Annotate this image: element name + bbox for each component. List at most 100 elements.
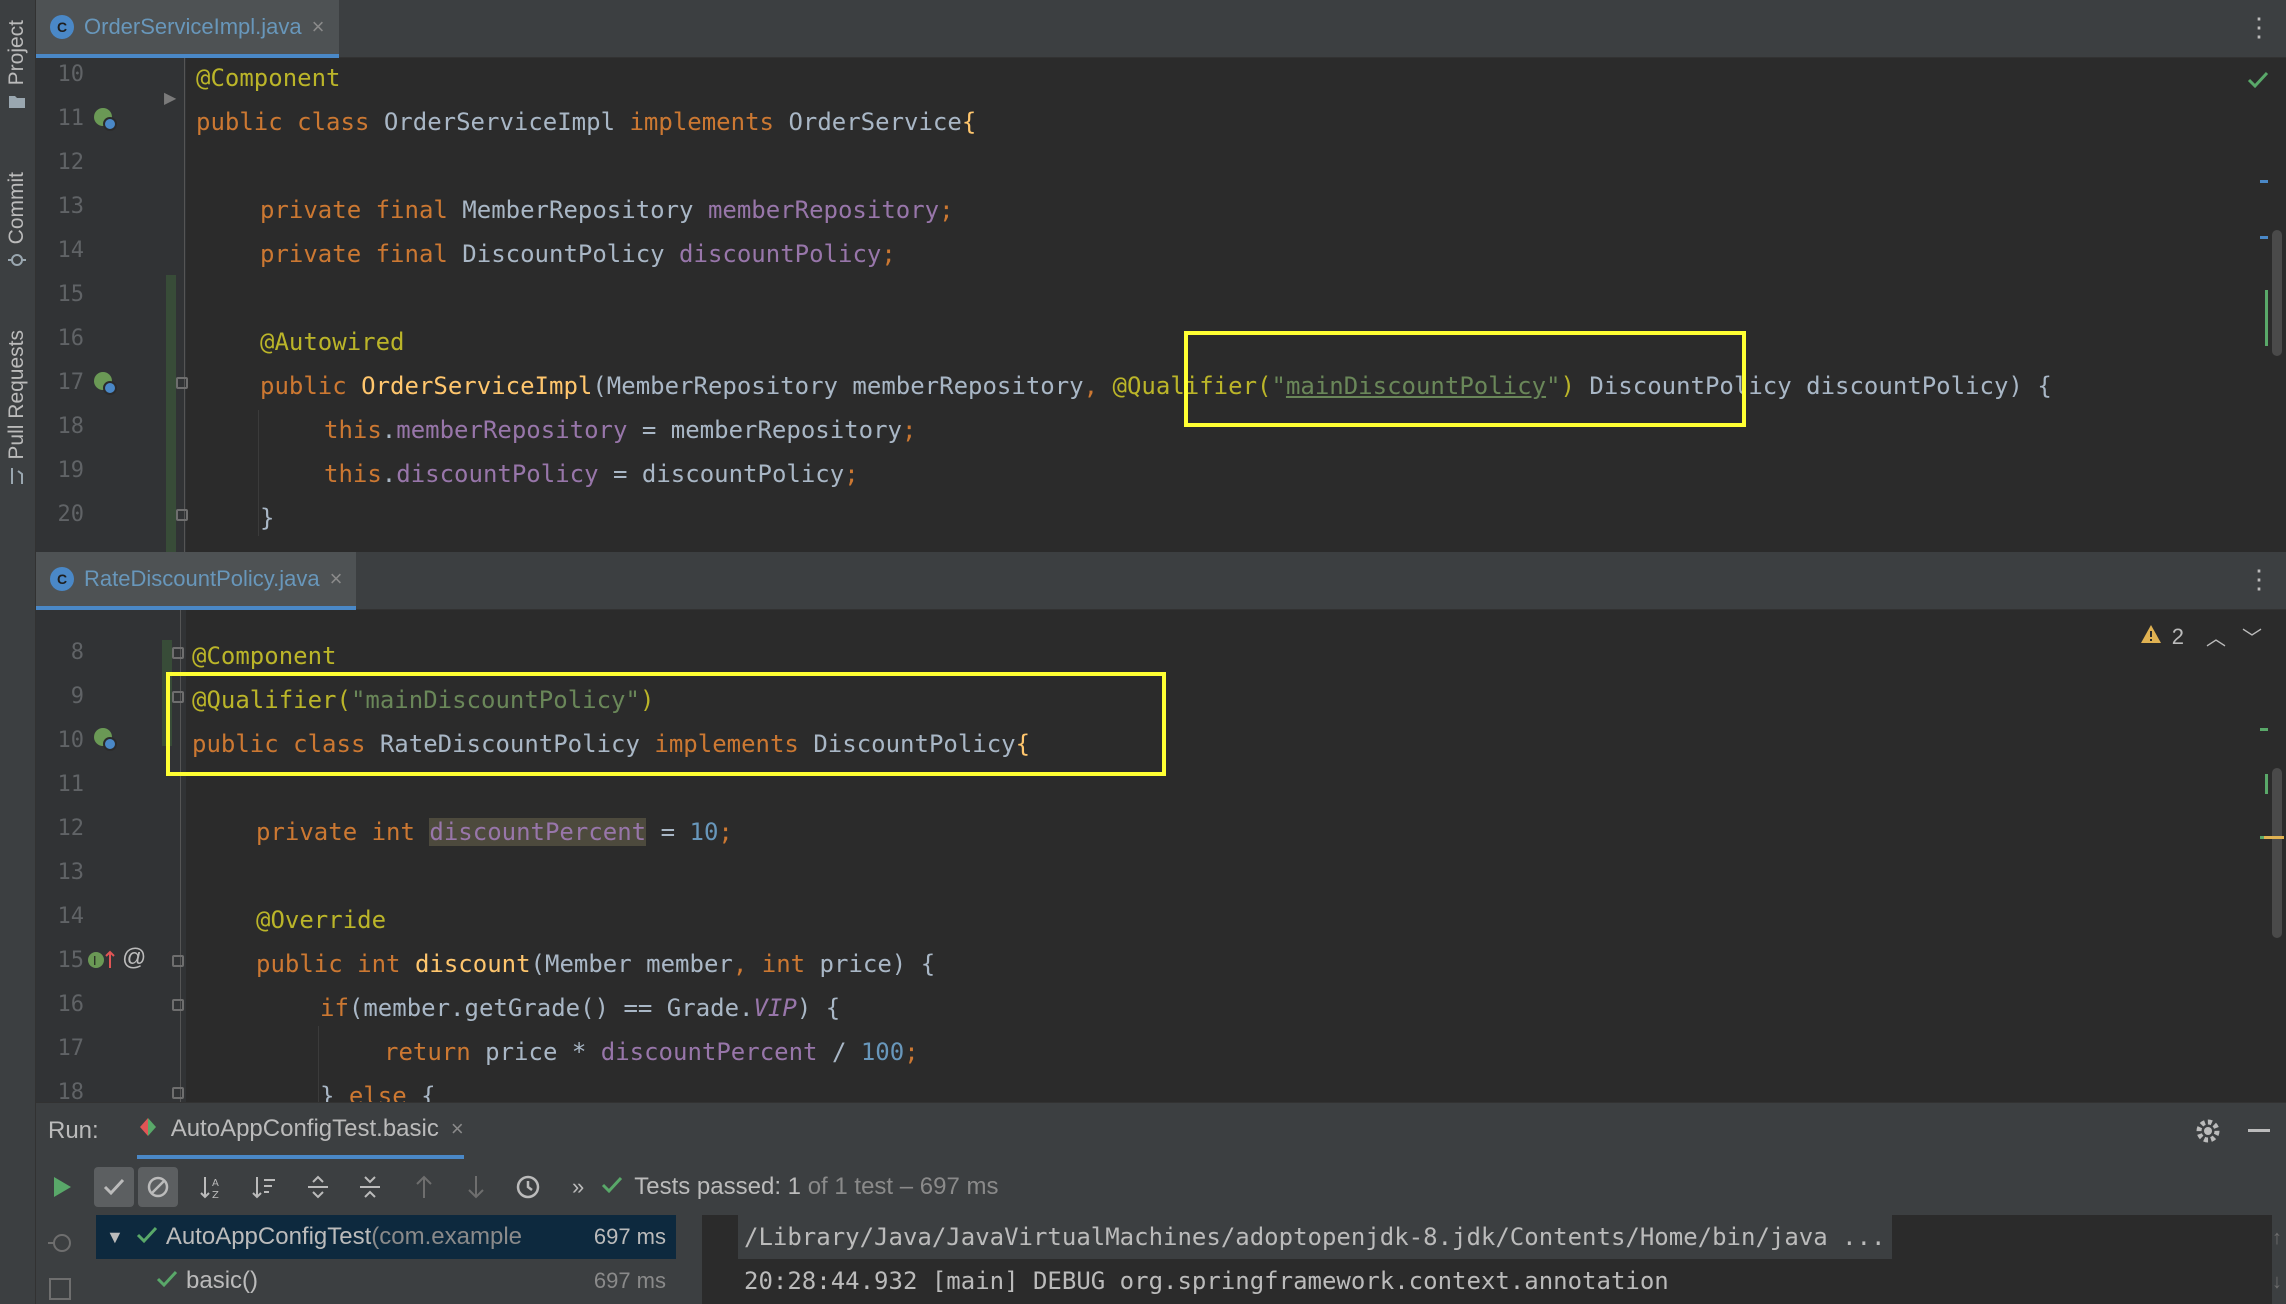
- scrollbar-bottom[interactable]: [2272, 768, 2282, 938]
- scroll-marker: [2265, 774, 2268, 794]
- fold-arrow-icon[interactable]: ▶: [164, 88, 176, 108]
- arrow-down-icon[interactable]: ↓: [2272, 1271, 2282, 1294]
- line-number: 16: [57, 992, 85, 1017]
- line-number: 18: [57, 1080, 85, 1102]
- chevron-down-icon[interactable]: ▼: [106, 1227, 124, 1248]
- code-line-17[interactable]: public OrderServiceImpl(MemberRepository…: [260, 364, 2052, 408]
- tests-status: Tests passed: 1 of 1 test – 697 ms: [634, 1173, 998, 1201]
- tool-tab-project-label: Project: [5, 20, 28, 86]
- tests-passed-icon: [600, 1175, 624, 1200]
- close-icon[interactable]: ×: [330, 566, 343, 592]
- more-actions-icon[interactable]: »: [572, 1174, 584, 1200]
- tab-ratediscountpolicy[interactable]: C RateDiscountPolicy.java ×: [36, 552, 357, 610]
- fold-marker-icon[interactable]: [172, 691, 184, 703]
- svg-text:A: A: [212, 1178, 219, 1189]
- class-icon: C: [50, 567, 74, 591]
- expand-all-icon[interactable]: [298, 1167, 338, 1207]
- more-options-icon[interactable]: ⋮: [2246, 566, 2272, 592]
- code-line-18[interactable]: this.memberRepository = memberRepository…: [324, 408, 916, 452]
- implements-method-icon[interactable]: I: [86, 946, 120, 979]
- spring-bean-icon[interactable]: [90, 368, 120, 403]
- fold-marker-icon[interactable]: [176, 377, 188, 389]
- spring-bean-icon[interactable]: [90, 724, 120, 759]
- code-line-12[interactable]: private int discountPercent = 10;: [256, 810, 733, 854]
- code-line-10[interactable]: public class RateDiscountPolicy implemen…: [192, 722, 1030, 766]
- code-line-18[interactable]: } else {: [320, 1074, 436, 1102]
- code-line-9[interactable]: @Qualifier("mainDiscountPolicy"): [192, 678, 654, 722]
- tree-test-name: basic(): [186, 1267, 259, 1294]
- fold-marker-icon[interactable]: [172, 1087, 184, 1099]
- bean-reference-icon[interactable]: @: [122, 944, 146, 972]
- scroll-marker: [2265, 290, 2268, 346]
- tool-window-strip: Project Commit Pull Requests: [0, 0, 36, 1304]
- sort-duration-icon[interactable]: [244, 1167, 284, 1207]
- scroll-marker: [2260, 180, 2268, 183]
- tests-status-prefix: Tests passed:: [634, 1173, 788, 1200]
- console-output[interactable]: /Library/Java/JavaVirtualMachines/adopto…: [702, 1215, 2272, 1304]
- tree-row-suite[interactable]: ▼ AutoAppConfigTest (com.example 697 ms: [96, 1215, 676, 1259]
- more-options-icon[interactable]: ⋮: [2246, 14, 2272, 40]
- fold-marker-icon[interactable]: [172, 647, 184, 659]
- code-line-17[interactable]: return price * discountPercent / 100;: [384, 1030, 919, 1074]
- gutter-separator: [180, 610, 181, 1102]
- scrollbar-top[interactable]: [2272, 230, 2282, 356]
- close-icon[interactable]: ×: [312, 14, 325, 40]
- indent-guide: [318, 1026, 319, 1102]
- code-line-20[interactable]: }: [260, 496, 274, 540]
- test-config-icon: [137, 1116, 159, 1143]
- line-number: 16: [57, 326, 85, 351]
- sort-alpha-icon[interactable]: AZ: [192, 1167, 232, 1207]
- editor-pane-top: C OrderServiceImpl.java × ⋮ 10 11 12 13 …: [36, 0, 2286, 552]
- tool-tab-project[interactable]: Project: [2, 20, 32, 111]
- code-line-14[interactable]: @Override: [256, 898, 386, 942]
- code-line-8[interactable]: @Component: [192, 634, 337, 678]
- tree-suite-detail: (com.example: [371, 1223, 523, 1250]
- inspection-ok-icon[interactable]: [2246, 70, 2270, 95]
- history-icon[interactable]: [508, 1167, 548, 1207]
- show-passed-icon[interactable]: [94, 1167, 134, 1207]
- line-number: 12: [57, 150, 85, 175]
- line-number: 8: [70, 640, 84, 665]
- line-number: 12: [57, 816, 85, 841]
- fold-marker-icon[interactable]: [172, 955, 184, 967]
- code-line-16[interactable]: if(member.getGrade() == Grade.VIP) {: [320, 986, 840, 1030]
- fold-marker-icon[interactable]: [176, 509, 188, 521]
- collapse-all-icon[interactable]: [350, 1167, 390, 1207]
- tool-tab-pull-requests-label: Pull Requests: [5, 330, 28, 460]
- arrow-down-icon[interactable]: [456, 1167, 496, 1207]
- code-line-14[interactable]: private final DiscountPolicy discountPol…: [260, 232, 896, 276]
- editor-tabbar-top: C OrderServiceImpl.java × ⋮: [36, 0, 2286, 58]
- spring-bean-icon[interactable]: [90, 104, 120, 139]
- fold-marker-icon[interactable]: [172, 999, 184, 1011]
- tool-tab-pull-requests[interactable]: Pull Requests: [2, 330, 32, 486]
- minimize-icon[interactable]: [2248, 1129, 2270, 1132]
- code-line-10[interactable]: @Component: [196, 56, 341, 100]
- tool-tab-commit[interactable]: Commit: [2, 172, 32, 270]
- line-number: 9: [70, 684, 84, 709]
- run-config-tab[interactable]: AutoAppConfigTest.basic ×: [136, 1103, 464, 1159]
- pin-icon[interactable]: [46, 1231, 74, 1260]
- editor-pane-bottom: C RateDiscountPolicy.java × ⋮ 8 9 10 11 …: [36, 552, 2286, 1102]
- gear-icon[interactable]: [2194, 1117, 2222, 1150]
- line-number: 10: [57, 728, 85, 753]
- chevron-up-icon[interactable]: ︿: [2206, 622, 2226, 651]
- code-line-13[interactable]: private final MemberRepository memberRep…: [260, 188, 954, 232]
- indent-guide: [258, 410, 259, 536]
- show-ignored-icon[interactable]: [138, 1167, 178, 1207]
- code-line-15[interactable]: public int discount(Member member, int p…: [256, 942, 935, 986]
- tab-orderserviceimpl[interactable]: C OrderServiceImpl.java ×: [36, 0, 339, 58]
- chevron-down-icon[interactable]: ﹀: [2242, 622, 2262, 651]
- inspection-widget[interactable]: 2 ︿ ﹀: [2140, 622, 2262, 651]
- layout-icon[interactable]: [46, 1275, 74, 1304]
- close-icon[interactable]: ×: [451, 1116, 464, 1142]
- code-line-16[interactable]: @Autowired: [260, 320, 405, 364]
- line-number: 20: [57, 502, 85, 527]
- arrow-up-icon[interactable]: [404, 1167, 444, 1207]
- rerun-icon[interactable]: [42, 1167, 82, 1207]
- arrow-up-icon[interactable]: ↑: [2272, 1227, 2282, 1250]
- tree-row-test[interactable]: basic() 697 ms: [96, 1259, 676, 1303]
- code-line-11[interactable]: public class OrderServiceImpl implements…: [196, 100, 976, 144]
- tree-test-time: 697 ms: [593, 1268, 666, 1293]
- code-line-19[interactable]: this.discountPolicy = discountPolicy;: [324, 452, 859, 496]
- line-number: 11: [57, 772, 85, 797]
